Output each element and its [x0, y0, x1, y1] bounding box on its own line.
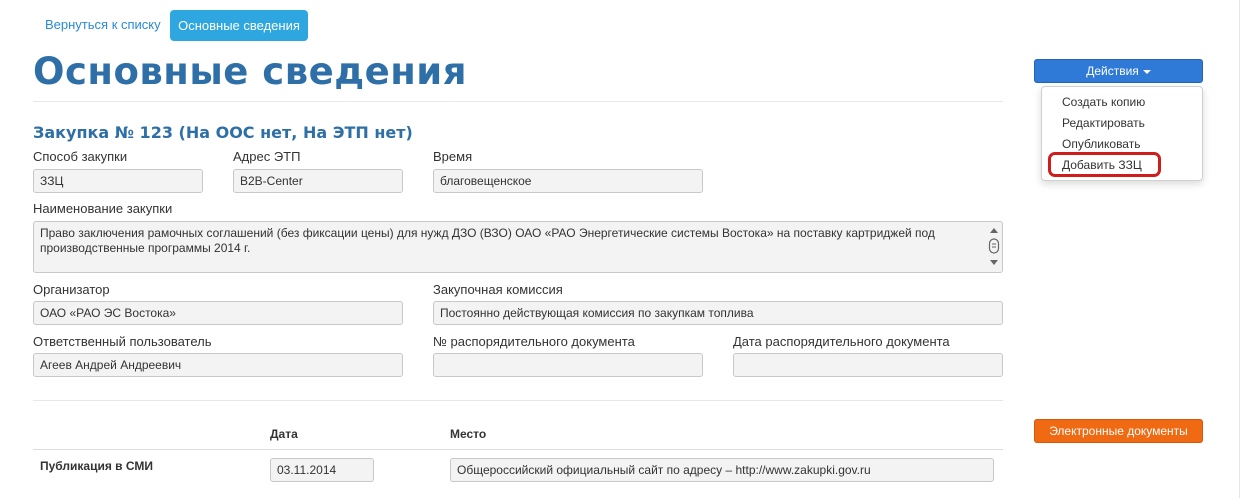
- scroll-control-icon[interactable]: [988, 225, 1000, 269]
- actions-button-label: Действия: [1086, 64, 1139, 78]
- electronic-documents-button[interactable]: Электронные документы: [1034, 419, 1203, 443]
- method-label: Способ закупки: [33, 149, 128, 164]
- order-number-field[interactable]: [433, 353, 703, 377]
- order-date-field[interactable]: [733, 353, 1003, 377]
- actions-button[interactable]: Действия: [1034, 59, 1203, 83]
- commission-field[interactable]: Постоянно действующая комиссия по закупк…: [433, 301, 1003, 325]
- name-text: Право заключения рамочных соглашений (бе…: [40, 226, 935, 255]
- table-header-divider: [33, 449, 1003, 450]
- commission-label: Закупочная комиссия: [433, 282, 563, 297]
- menu-item-publish[interactable]: Опубликовать: [1062, 137, 1140, 151]
- etp-field[interactable]: B2B-Center: [233, 169, 403, 193]
- responsible-field[interactable]: Агеев Андрей Андреевич: [33, 353, 403, 377]
- red-highlight-annotation: [1048, 152, 1161, 177]
- time-field[interactable]: благовещенское: [433, 169, 703, 193]
- page-title: Основные сведения: [33, 50, 467, 93]
- time-label: Время: [433, 149, 473, 164]
- table-header-place: Место: [450, 427, 487, 441]
- title-divider: [33, 101, 1003, 102]
- tab-main-info[interactable]: Основные сведения: [170, 10, 308, 41]
- order-date-label: Дата распорядительного документа: [733, 334, 950, 349]
- menu-item-create-copy[interactable]: Создать копию: [1062, 95, 1145, 109]
- table-header-date: Дата: [270, 427, 298, 441]
- caret-down-icon: [1142, 69, 1151, 74]
- etp-label: Адрес ЭТП: [233, 149, 301, 164]
- name-label: Наименование закупки: [33, 201, 173, 216]
- method-field[interactable]: ЗЗЦ: [33, 169, 203, 193]
- table-row-label: Публикация в СМИ: [40, 459, 154, 473]
- section-divider: [33, 400, 1003, 401]
- organizer-field[interactable]: ОАО «РАО ЭС Востока»: [33, 301, 403, 325]
- responsible-label: Ответственный пользователь: [33, 334, 212, 349]
- organizer-label: Организатор: [33, 282, 110, 297]
- name-textarea[interactable]: Право заключения рамочных соглашений (бе…: [33, 221, 1003, 273]
- back-to-list-link[interactable]: Вернуться к списку: [33, 10, 173, 40]
- order-number-label: № распорядительного документа: [433, 334, 635, 349]
- publication-date-field[interactable]: 03.11.2014: [270, 458, 374, 482]
- menu-item-edit[interactable]: Редактировать: [1062, 116, 1145, 130]
- procurement-title: Закупка № 123 (На ООС нет, На ЭТП нет): [33, 123, 413, 142]
- publication-place-field[interactable]: Общероссийский официальный сайт по адрес…: [450, 458, 994, 482]
